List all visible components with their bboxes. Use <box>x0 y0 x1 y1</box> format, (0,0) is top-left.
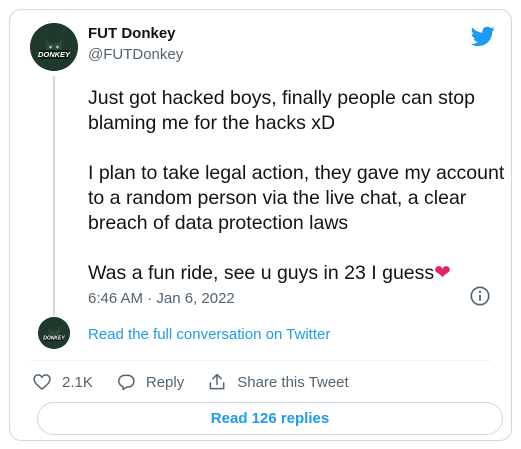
share-label: Share this Tweet <box>237 373 349 391</box>
read-replies-button[interactable]: Read 126 replies <box>37 402 503 435</box>
tweet-paragraph: Just got hacked boys, finally people can… <box>88 87 475 134</box>
twitter-bird-icon[interactable] <box>471 24 495 48</box>
author-handle[interactable]: @FUTDonkey <box>88 45 183 64</box>
author-display-name[interactable]: FUT Donkey <box>88 24 183 43</box>
share-button[interactable]: Share this Tweet <box>207 372 349 392</box>
avatar-logo-text: DONKEY <box>38 50 71 59</box>
full-conversation-link[interactable]: Read the full conversation on Twitter <box>88 326 330 343</box>
reply-avatar[interactable]: DONKEY <box>38 317 70 349</box>
action-bar: 2.1K Reply Share this Tweet <box>32 368 372 396</box>
divider <box>30 360 491 361</box>
like-count: 2.1K <box>62 373 93 391</box>
reply-button[interactable]: Reply <box>116 372 184 392</box>
like-button[interactable]: 2.1K <box>32 372 93 392</box>
heart-emoji-icon: ❤ <box>434 262 451 284</box>
tweet-text: Just got hacked boys, finally people can… <box>88 86 508 311</box>
tweet-timestamp[interactable]: 6:46 AM · Jan 6, 2022 <box>88 290 235 307</box>
tweet-paragraph-text: Was a fun ride, see u guys in 23 I guess <box>88 262 435 284</box>
reply-label: Reply <box>145 373 185 391</box>
info-icon[interactable] <box>469 285 491 307</box>
tweet-paragraph: Was a fun ride, see u guys in 23 I guess… <box>88 261 508 286</box>
tweet-paragraph: I plan to take legal action, they gave m… <box>88 162 505 234</box>
share-icon <box>209 373 225 390</box>
heart-outline-icon <box>33 374 51 390</box>
author-info: FUT Donkey @FUTDonkey <box>88 24 183 64</box>
author-avatar[interactable]: DONKEY <box>30 23 78 71</box>
avatar-logo-text: DONKEY <box>43 336 65 342</box>
tweet-card: DONKEY FUT Donkey @FUTDonkey Just got ha… <box>9 9 512 441</box>
thread-line <box>53 76 55 316</box>
reply-bubble-icon <box>117 374 135 391</box>
